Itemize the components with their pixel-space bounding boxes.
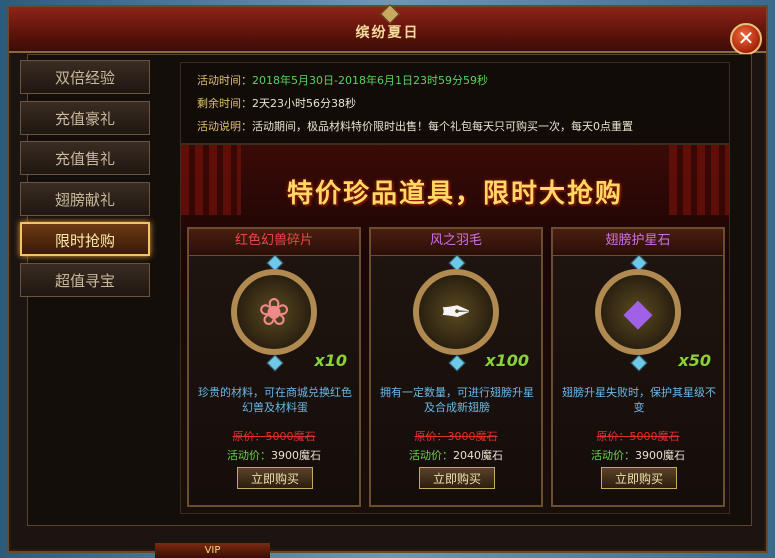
close-button[interactable]: ✕ <box>730 23 762 55</box>
item-card: 翅膀护星石 ◆ x50 翅膀升星失败时，保护其星级不变 原价：5000魔石 活动… <box>551 227 725 507</box>
sale-price-value: 3900魔石 <box>271 449 321 462</box>
emblem-bottom-gem-icon <box>448 354 466 372</box>
vip-badge[interactable]: VIP <box>155 543 270 558</box>
event-time-value: 2018年5月30日-2018年6月1日23时59分59秒 <box>252 74 488 87</box>
original-price: 原价：3000魔石 <box>414 430 498 443</box>
emblem-bottom-gem-icon <box>266 354 284 372</box>
sidebar-item-recharge-sale[interactable]: 充值售礼 <box>20 141 150 176</box>
buy-button[interactable]: 立即购买 <box>237 467 313 489</box>
sale-price-label: 活动价： <box>591 449 635 462</box>
title-ornament-icon <box>380 4 400 24</box>
sale-price: 活动价：2040魔石 <box>371 447 541 463</box>
feather-icon: ✒ <box>440 290 472 334</box>
remaining-time-row: 剩余时间：2天23小时56分38秒 <box>197 95 356 111</box>
sidebar-item-wing-gift[interactable]: 翅膀献礼 <box>20 181 150 216</box>
window-title: 缤纷夏日 <box>355 25 420 41</box>
sale-panel: 特价珍品道具，限时大抢购 红色幻兽碎片 ❀ x10 珍贵的材料，可在商城兑换红色… <box>180 144 730 514</box>
remaining-time-label: 剩余时间： <box>197 97 252 110</box>
sidebar-item-recharge-gift[interactable]: 充值豪礼 <box>20 100 150 135</box>
item-quantity: x10 <box>314 351 347 370</box>
item-name: 翅膀护星石 <box>553 229 723 256</box>
title-bar: 缤纷夏日 ✕ <box>9 4 766 55</box>
item-card: 红色幻兽碎片 ❀ x10 珍贵的材料，可在商城兑换红色幻兽及材料蛋 原价：500… <box>187 227 361 507</box>
event-description-value: 活动期间，极品材料特价限时出售！每个礼包每天只可购买一次，每天0点重置 <box>252 120 633 133</box>
item-quantity: x50 <box>678 351 711 370</box>
event-info-panel: 活动时间：2018年5月30日-2018年6月1日23时59分59秒 剩余时间：… <box>180 62 730 144</box>
event-description-label: 活动说明： <box>197 120 252 133</box>
event-time-row: 活动时间：2018年5月30日-2018年6月1日23时59分59秒 <box>197 72 488 88</box>
buy-button[interactable]: 立即购买 <box>419 467 495 489</box>
item-card: 风之羽毛 ✒ x100 拥有一定数量，可进行翅膀升星及合成新翅膀 原价：3000… <box>369 227 543 507</box>
sidebar-item-double-exp[interactable]: 双倍经验 <box>20 60 150 94</box>
item-name: 红色幻兽碎片 <box>189 229 359 256</box>
lotus-icon: ❀ <box>258 290 290 334</box>
sidebar-item-flash-sale[interactable]: 限时抢购 <box>20 222 150 257</box>
sale-price: 活动价：3900魔石 <box>189 447 359 463</box>
item-emblem[interactable]: ✒ <box>413 269 499 355</box>
event-time-label: 活动时间： <box>197 74 252 87</box>
sale-price-value: 3900魔石 <box>635 449 685 462</box>
item-quantity: x100 <box>485 351 529 370</box>
item-description: 珍贵的材料，可在商城兑换红色幻兽及材料蛋 <box>198 386 352 414</box>
original-price: 原价：5000魔石 <box>232 430 316 443</box>
item-name: 风之羽毛 <box>371 229 541 256</box>
sidebar: 双倍经验 充值豪礼 充值售礼 翅膀献礼 限时抢购 超值寻宝 <box>20 60 150 304</box>
item-description: 翅膀升星失败时，保护其星级不变 <box>562 386 716 414</box>
original-price: 原价：5000魔石 <box>596 430 680 443</box>
sale-price-label: 活动价： <box>409 449 453 462</box>
sale-price-value: 2040魔石 <box>453 449 503 462</box>
item-emblem[interactable]: ❀ <box>231 269 317 355</box>
item-emblem[interactable]: ◆ <box>595 269 681 355</box>
sale-banner: 特价珍品道具，限时大抢购 <box>286 179 623 209</box>
buy-button[interactable]: 立即购买 <box>601 467 677 489</box>
sidebar-item-treasure-hunt[interactable]: 超值寻宝 <box>20 262 150 297</box>
remaining-time-value: 2天23小时56分38秒 <box>252 97 356 110</box>
item-description: 拥有一定数量，可进行翅膀升星及合成新翅膀 <box>380 386 534 414</box>
sale-price-label: 活动价： <box>227 449 271 462</box>
event-description-row: 活动说明：活动期间，极品材料特价限时出售！每个礼包每天只可购买一次，每天0点重置 <box>197 118 633 134</box>
sale-price: 活动价：3900魔石 <box>553 447 723 463</box>
emblem-bottom-gem-icon <box>630 354 648 372</box>
purple-gem-icon: ◆ <box>623 290 653 334</box>
